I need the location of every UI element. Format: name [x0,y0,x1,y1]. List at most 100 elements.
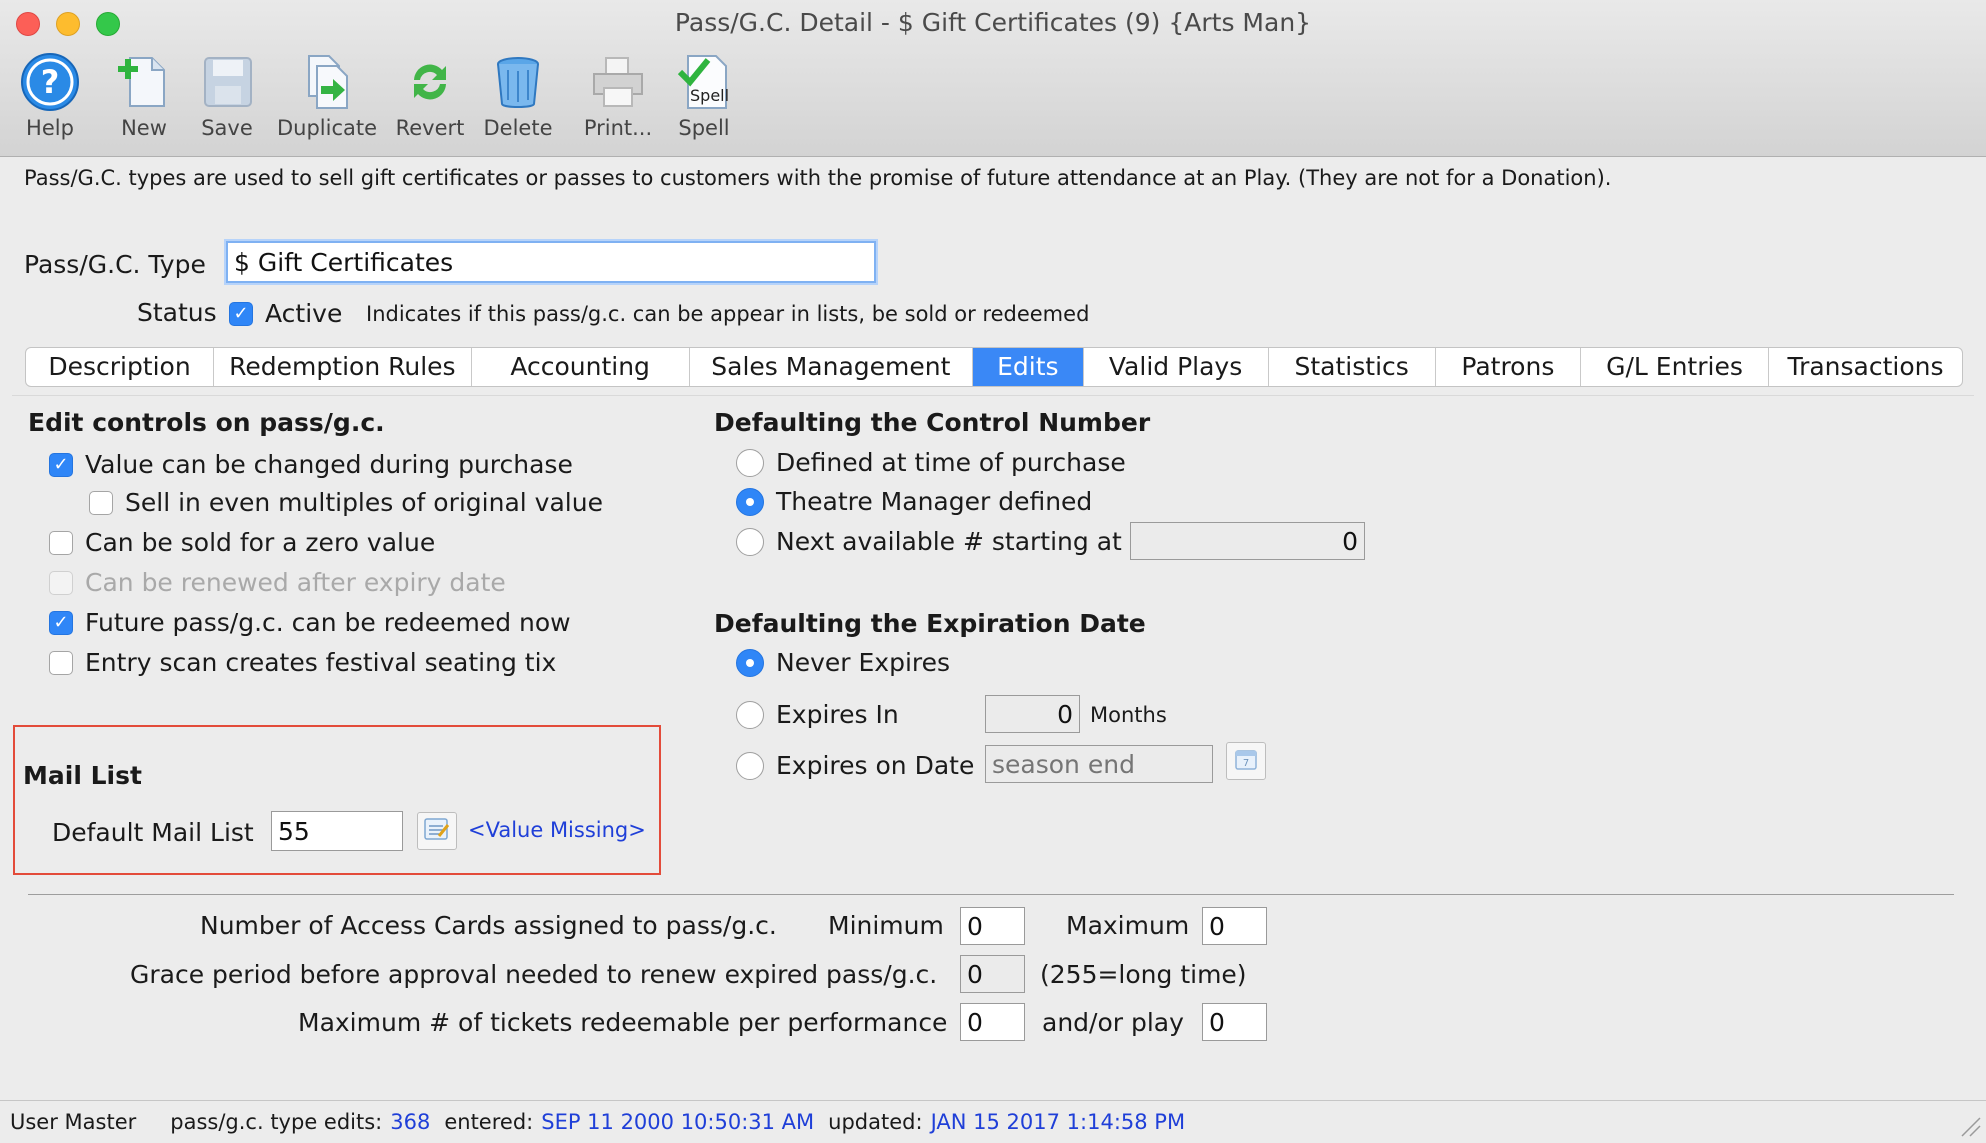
mail-list-heading: Mail List [23,761,142,790]
zero-value-row[interactable]: Can be sold for a zero value [49,528,435,557]
festival-seating-label: Entry scan creates festival seating tix [85,648,557,677]
redeem-now-checkbox[interactable]: ✓ [49,610,73,635]
revert-button[interactable]: Revert [380,52,480,140]
festival-seating-checkbox[interactable] [49,650,73,675]
delete-button[interactable]: Delete [468,52,568,140]
max-tickets-input[interactable] [960,1003,1025,1041]
even-multiples-label: Sell in even multiples of original value [125,488,603,517]
expires-in-radio[interactable] [736,700,764,729]
festival-seating-row[interactable]: Entry scan creates festival seating tix [49,648,556,677]
save-button[interactable]: Save [177,52,277,140]
control-theatre-manager-label: Theatre Manager defined [776,487,1093,516]
mail-list-highlight-box [13,725,661,875]
control-defined-at-purchase-radio[interactable] [736,448,764,477]
page-description: Pass/G.C. types are used to sell gift ce… [24,166,1612,190]
renew-after-expiry-checkbox [49,570,73,595]
new-document-icon [114,52,174,112]
help-button[interactable]: ? Help [0,52,100,140]
grace-period-note: (255=long time) [1040,960,1247,989]
control-next-available-row[interactable]: Next available # starting at [736,527,1122,556]
status-label: Status [137,298,217,327]
max-tickets-play-input[interactable] [1202,1003,1267,1041]
redeem-now-label: Future pass/g.c. can be redeemed now [85,608,571,637]
section-divider [28,894,1954,895]
access-cards-max-input[interactable] [1202,907,1267,945]
control-theatre-manager-row[interactable]: Theatre Manager defined [736,487,1092,516]
tab-gl-entries[interactable]: G/L Entries [1581,348,1770,386]
never-expires-radio[interactable] [736,648,764,677]
value-changeable-label: Value can be changed during purchase [85,450,573,479]
duplicate-button[interactable]: Duplicate [277,52,377,140]
svg-text:7: 7 [1243,758,1249,769]
control-start-number-input[interactable] [1130,522,1365,560]
default-mail-list-input[interactable] [271,811,403,851]
even-multiples-checkbox[interactable] [89,490,113,515]
tab-patrons[interactable]: Patrons [1436,348,1581,386]
expires-date-input[interactable] [985,745,1213,783]
default-mail-list-label: Default Mail List [52,818,254,847]
calendar-icon: 7 [1233,746,1259,776]
tab-accounting[interactable]: Accounting [472,348,690,386]
expires-months-input[interactable] [985,695,1080,733]
spell-button[interactable]: Spell Spell [654,52,754,140]
status-edits-value: 368 [390,1110,431,1134]
tab-statistics[interactable]: Statistics [1269,348,1436,386]
renew-after-expiry-row: Can be renewed after expiry date [49,568,506,597]
type-label: Pass/G.C. Type [24,250,206,279]
active-checkbox[interactable]: ✓ [229,301,253,326]
pass-type-input[interactable] [226,241,876,283]
tab-bar: Description Redemption Rules Accounting … [25,347,1963,387]
tab-edits[interactable]: Edits [973,348,1084,386]
window-title: Pass/G.C. Detail - $ Gift Certificates (… [674,8,1312,37]
mail-list-value-missing-link[interactable]: <Value Missing> [468,818,646,842]
svg-text:?: ? [41,63,60,101]
access-cards-min-input[interactable] [960,907,1025,945]
never-expires-label: Never Expires [776,648,951,677]
access-cards-label: Number of Access Cards assigned to pass/… [200,911,777,940]
tab-description[interactable]: Description [26,348,215,386]
calendar-button[interactable]: 7 [1226,742,1266,780]
expires-on-date-radio[interactable] [736,751,764,780]
resize-grip-icon[interactable] [1958,1114,1982,1142]
tab-transactions[interactable]: Transactions [1769,348,1962,386]
expires-on-date-label: Expires on Date [776,751,975,780]
trash-can-icon [488,52,548,112]
status-entered-value: SEP 11 2000 10:50:31 AM [541,1110,815,1134]
print-button[interactable]: Print... [568,52,668,140]
zero-value-label: Can be sold for a zero value [85,528,436,557]
lookup-list-icon [423,816,451,846]
grace-period-input[interactable] [960,955,1025,993]
control-next-available-radio[interactable] [736,527,764,556]
status-user: User Master [10,1110,137,1134]
expires-in-row[interactable]: Expires In [736,700,899,729]
control-theatre-manager-radio[interactable] [736,487,764,516]
edit-controls-heading: Edit controls on pass/g.c. [28,408,385,437]
redeem-now-row[interactable]: ✓ Future pass/g.c. can be redeemed now [49,608,571,637]
grace-period-label: Grace period before approval needed to r… [130,960,938,989]
tab-redemption-rules[interactable]: Redemption Rules [214,348,472,386]
and-or-play-label: and/or play [1042,1008,1184,1037]
even-multiples-row[interactable]: Sell in even multiples of original value [89,488,603,517]
status-edits-label: pass/g.c. type edits: [170,1110,383,1134]
help-icon: ? [20,52,80,112]
expires-on-date-row[interactable]: Expires on Date [736,751,974,780]
value-changeable-checkbox[interactable]: ✓ [49,452,73,477]
tab-sales-management[interactable]: Sales Management [690,348,974,386]
mail-list-lookup-button[interactable] [417,812,457,850]
printer-icon [588,52,648,112]
spell-check-icon: Spell [674,52,734,112]
never-expires-row[interactable]: Never Expires [736,648,950,677]
tab-valid-plays[interactable]: Valid Plays [1084,348,1269,386]
months-label: Months [1090,703,1167,727]
status-hint: Indicates if this pass/g.c. can be appea… [366,302,1090,326]
duplicate-icon [297,52,357,112]
status-entered-label: entered: [444,1110,534,1134]
control-defined-at-purchase-row[interactable]: Defined at time of purchase [736,448,1126,477]
renew-after-expiry-label: Can be renewed after expiry date [85,568,506,597]
control-defined-at-purchase-label: Defined at time of purchase [776,448,1126,477]
zero-value-checkbox[interactable] [49,530,73,555]
active-label: Active [265,299,343,328]
max-tickets-label: Maximum # of tickets redeemable per perf… [298,1008,948,1037]
active-checkbox-row[interactable]: ✓ Active [229,299,342,328]
value-changeable-row[interactable]: ✓ Value can be changed during purchase [49,450,573,479]
